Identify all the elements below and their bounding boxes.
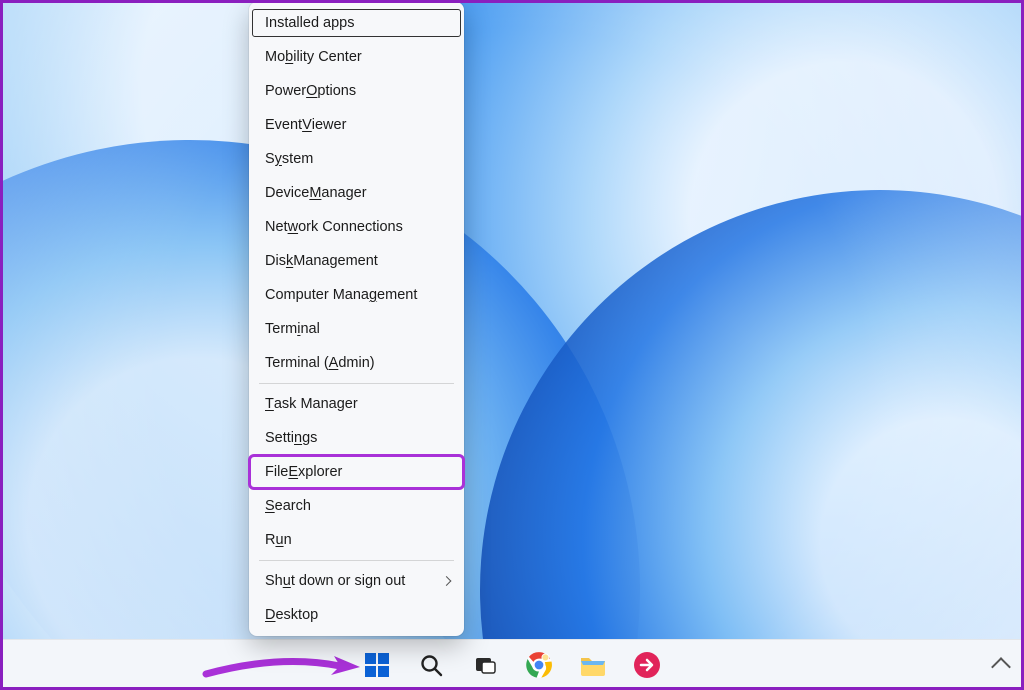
menu-item-file-explorer[interactable]: File Explorer [249,455,464,489]
menu-item-network-connections[interactable]: Network Connections [249,210,464,244]
chrome-pinned-icon[interactable] [519,645,559,685]
chrome-icon [525,651,553,679]
submenu-chevron-icon [442,576,452,586]
system-tray[interactable] [994,640,1008,690]
menu-item-terminal-admin[interactable]: Terminal (Admin) [249,346,464,380]
round-app-icon [633,651,661,679]
menu-item-search[interactable]: Search [249,489,464,523]
menu-item-power-options[interactable]: Power Options [249,74,464,108]
menu-item-mobility-center[interactable]: Mobility Center [249,40,464,74]
search-icon [419,653,443,677]
start-button[interactable] [357,645,397,685]
taskbar-search-button[interactable] [411,645,451,685]
menu-item-task-manager[interactable]: Task Manager [249,387,464,421]
menu-item-system[interactable]: System [249,142,464,176]
menu-item-settings[interactable]: Settings [249,421,464,455]
menu-item-disk-management[interactable]: Disk Management [249,244,464,278]
menu-item-device-manager[interactable]: Device Manager [249,176,464,210]
folder-icon [579,652,607,678]
menu-separator [259,383,454,384]
tray-overflow-icon [991,657,1011,677]
app-pinned-icon[interactable] [627,645,667,685]
menu-item-computer-management[interactable]: Computer Management [249,278,464,312]
menu-item-desktop[interactable]: Desktop [249,598,464,632]
task-view-icon [473,653,497,677]
menu-item-installed-apps[interactable]: Installed apps [249,6,464,40]
menu-item-run[interactable]: Run [249,523,464,557]
winx-power-menu: Installed appsMobility CenterPower Optio… [249,2,464,636]
file-explorer-pinned-icon[interactable] [573,645,613,685]
menu-item-event-viewer[interactable]: Event Viewer [249,108,464,142]
menu-item-terminal[interactable]: Terminal [249,312,464,346]
menu-separator [259,560,454,561]
windows-logo-icon [364,652,390,678]
menu-item-shut-down[interactable]: Shut down or sign out [249,564,464,598]
taskbar-center-group [357,645,667,685]
desktop-wallpaper [0,0,1024,690]
taskbar [0,639,1024,690]
task-view-button[interactable] [465,645,505,685]
